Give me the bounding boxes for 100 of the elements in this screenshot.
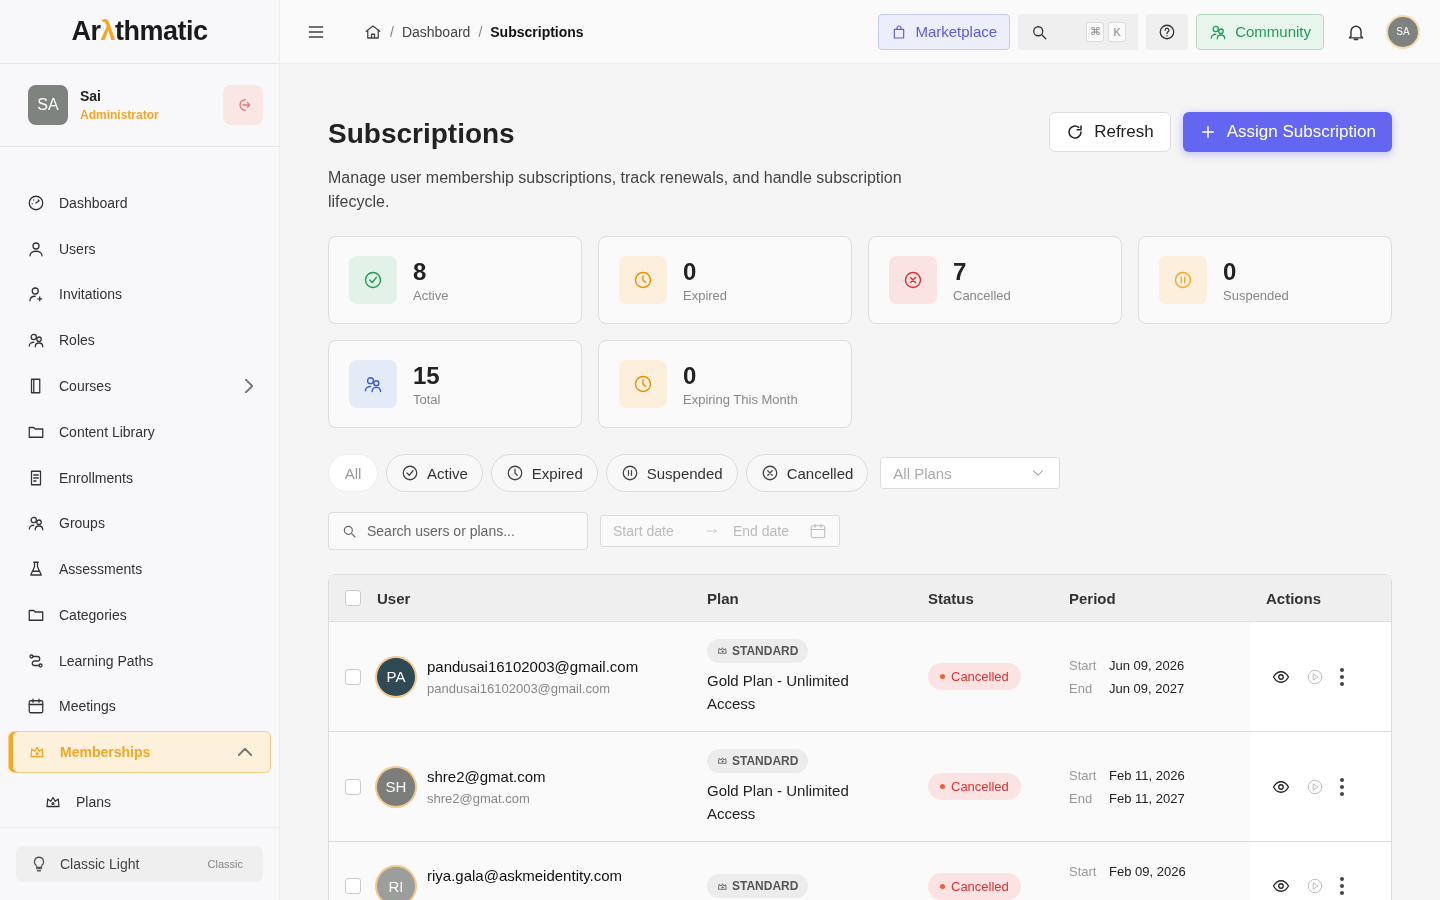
help-icon	[1158, 22, 1177, 41]
more-button[interactable]	[1340, 777, 1344, 796]
column-header: Actions	[1266, 589, 1321, 607]
marketplace-button[interactable]: Marketplace	[878, 13, 1011, 50]
stat-label: Active	[413, 287, 449, 303]
status-badge: Cancelled	[928, 663, 1021, 690]
plan-name: Gold Plan - Unlimited Access	[707, 780, 850, 824]
users-icon	[27, 331, 45, 350]
period-label: End	[1069, 680, 1094, 696]
x-circle-icon	[760, 464, 779, 482]
period-date: Feb 11, 2026	[1109, 767, 1186, 783]
user-avatar: SA	[28, 85, 68, 125]
users-icon	[27, 514, 45, 533]
period-label: Start	[1069, 767, 1098, 783]
view-button[interactable]	[1272, 877, 1290, 895]
crown-icon	[717, 880, 728, 892]
x-circle-icon	[903, 270, 923, 290]
search-button[interactable]: ⌘ K	[1018, 13, 1139, 50]
nav-item[interactable]: Enrollments	[8, 456, 271, 499]
user-email: riya.gala@askmeidentity.com	[427, 867, 623, 884]
nav-item[interactable]: Learning Paths	[8, 639, 271, 682]
nav-item[interactable]: Courses	[8, 365, 271, 407]
play-icon	[1306, 667, 1324, 686]
period-date: Feb 11, 2027	[1109, 790, 1186, 806]
column-header: Period	[1069, 589, 1116, 607]
filter-chip[interactable]: Active	[386, 454, 483, 492]
user-plus-icon	[27, 285, 45, 304]
nav-item[interactable]: Dashboard	[8, 182, 271, 224]
column-header: Plan	[707, 589, 739, 607]
plan-name: Gold Plan - Unlimited Access	[707, 670, 850, 714]
crown-icon	[717, 755, 728, 766]
search-field[interactable]: Search users or plans...	[328, 512, 588, 550]
refresh-button[interactable]: Refresh	[1049, 112, 1171, 152]
nav-item[interactable]: Groups	[8, 502, 271, 545]
filter-chip[interactable]: Cancelled	[745, 454, 869, 492]
row-checkbox[interactable]	[345, 778, 361, 795]
crown-icon	[717, 645, 728, 656]
more-button[interactable]	[1340, 877, 1344, 895]
period-label: Start	[1069, 864, 1098, 879]
stat-value: 7	[953, 257, 968, 286]
search-icon	[341, 523, 357, 539]
stat-label: Cancelled	[953, 287, 1011, 303]
assign-subscription-button[interactable]: Assign Subscription	[1182, 112, 1392, 152]
user-subtitle: shre2@gmat.com	[427, 790, 531, 806]
stat-label: Expired	[683, 287, 728, 303]
period-label: End	[1069, 790, 1094, 806]
play-icon	[1306, 777, 1324, 796]
page-title: Subscriptions	[328, 118, 515, 150]
plan-tier-badge: STANDARD	[707, 748, 809, 773]
stat-label: Expiring This Month	[683, 391, 798, 407]
pause-circle-icon	[1173, 270, 1193, 290]
nav-item[interactable]: Categories	[8, 594, 271, 636]
period-date: Feb 09, 2026	[1109, 864, 1187, 879]
row-checkbox[interactable]	[345, 668, 361, 685]
row-checkbox[interactable]	[345, 878, 361, 894]
check-circle-icon	[401, 464, 419, 482]
nav-item[interactable]: Meetings	[8, 685, 271, 728]
nav-item[interactable]: Invitations	[8, 273, 271, 316]
stat-value: 8	[413, 257, 428, 286]
nav-item[interactable]: Assessments	[8, 548, 271, 591]
nav-item[interactable]: Content Library	[8, 410, 271, 453]
more-button[interactable]	[1340, 667, 1344, 686]
check-circle-icon	[363, 270, 383, 290]
keyboard-key: ⌘	[1086, 21, 1105, 42]
select-all-checkbox[interactable]	[345, 590, 361, 606]
status-badge: Cancelled	[928, 872, 1021, 900]
column-header: User	[377, 589, 411, 607]
column-header: Status	[928, 589, 974, 607]
user-email: pandusai16102003@gmail.com	[427, 657, 639, 675]
stat-value: 0	[683, 361, 698, 390]
filter-chip[interactable]: Suspended	[605, 454, 738, 492]
period-date: Jun 09, 2027	[1109, 680, 1186, 696]
stat-value: 0	[1223, 257, 1238, 286]
eye-icon	[1272, 877, 1290, 895]
help-button[interactable]	[1146, 13, 1189, 50]
user-avatar[interactable]: SA	[1386, 14, 1420, 49]
plan-tier-badge: STANDARD	[707, 638, 809, 663]
status-badge: Cancelled	[928, 773, 1021, 800]
more-icon	[1340, 877, 1344, 895]
user-icon	[27, 239, 45, 258]
pause-circle-icon	[620, 464, 639, 482]
nav-item[interactable]: Users	[8, 227, 271, 270]
breadcrumb-separator: /	[390, 23, 394, 40]
user-avatar: PA	[377, 657, 415, 696]
stat-value: 0	[683, 257, 698, 286]
breadcrumb-item[interactable]: Subscriptions	[490, 23, 584, 40]
nav-item[interactable]: Roles	[8, 319, 271, 362]
more-icon	[1340, 777, 1344, 796]
breadcrumb-separator: /	[478, 23, 483, 40]
breadcrumb-item[interactable]: Dashboard	[401, 23, 471, 40]
user-email: shre2@gmat.com	[427, 767, 546, 785]
users-icon	[363, 374, 383, 394]
theme-selector[interactable]: Classic Light Classic	[16, 846, 263, 882]
clock-icon	[633, 270, 653, 290]
clock-icon	[505, 464, 524, 482]
plan-tier-badge: STANDARD	[707, 874, 809, 898]
nav-item[interactable]: Plans	[8, 777, 271, 827]
play-icon	[1306, 877, 1324, 895]
calendar-icon	[809, 522, 827, 540]
filter-chip[interactable]: Expired	[490, 454, 598, 492]
